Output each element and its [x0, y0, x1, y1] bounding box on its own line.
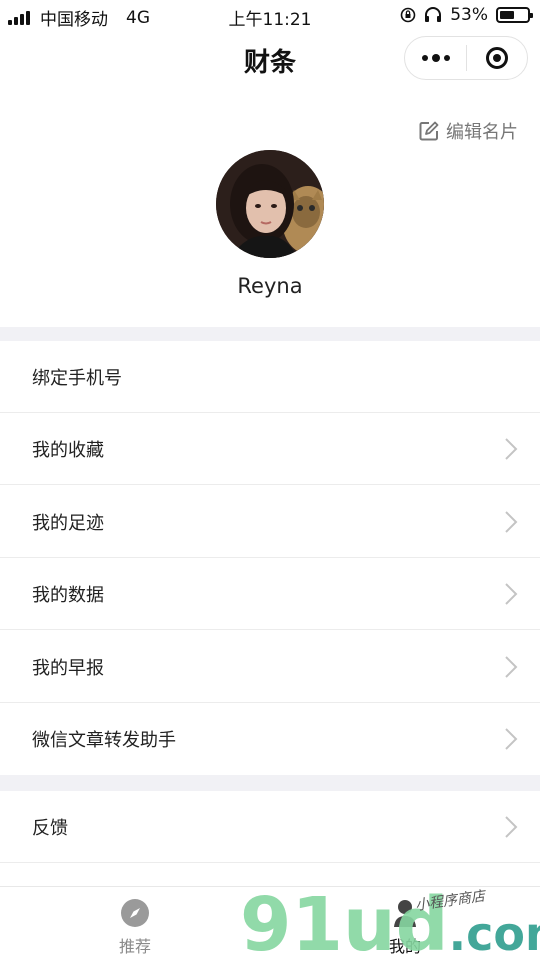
menu-item-label: 我的收藏: [32, 440, 104, 461]
username: Reyna: [237, 274, 303, 298]
edit-icon: [419, 121, 439, 141]
menu-item-label: 我的早报: [32, 658, 104, 679]
tab-label: 推荐: [118, 937, 151, 956]
menu-item-label: 绑定手机号: [32, 368, 122, 389]
orientation-lock-icon: [400, 7, 416, 23]
status-bar: 中国移动 4G 上午11:21 53%: [0, 0, 540, 32]
menu-item-morning-news[interactable]: 我的早报: [0, 631, 540, 703]
edit-card-label: 编辑名片: [446, 122, 518, 143]
battery-icon: [496, 7, 533, 23]
menu-item-bind-phone[interactable]: 绑定手机号: [0, 341, 540, 413]
menu-item-footprints[interactable]: 我的足迹: [0, 486, 540, 558]
menu-item-article-forward[interactable]: 微信文章转发助手: [0, 703, 540, 775]
tab-recommend[interactable]: 推荐: [75, 887, 195, 961]
menu-item-feedback[interactable]: 反馈: [0, 791, 540, 863]
avatar[interactable]: [216, 150, 324, 258]
nav-bar: 财条: [0, 32, 540, 86]
compass-icon: [121, 899, 149, 927]
more-dots-icon[interactable]: [405, 37, 466, 79]
menu-item-my-data[interactable]: 我的数据: [0, 558, 540, 630]
edit-card-button[interactable]: 编辑名片: [418, 118, 518, 144]
menu-item-label: 我的足迹: [32, 513, 104, 534]
avatar-image: [216, 150, 324, 258]
chevron-right-icon: [505, 816, 518, 838]
watermark-logo: 91ud.com 小程序商店: [240, 888, 540, 960]
record-circle-icon[interactable]: [467, 37, 527, 79]
battery-fill: [500, 11, 514, 19]
watermark-text: 91ud.com: [240, 888, 540, 960]
status-right: 53%: [400, 5, 533, 25]
section-divider: [0, 775, 540, 791]
menu-item-label: 我的数据: [32, 585, 104, 606]
headphones-icon: [425, 7, 442, 22]
chevron-right-icon: [505, 583, 518, 605]
chevron-right-icon: [505, 656, 518, 678]
menu-item-label: 微信文章转发助手: [32, 730, 176, 751]
chevron-right-icon: [505, 728, 518, 750]
battery-percent: 53%: [450, 5, 488, 25]
chevron-right-icon: [505, 438, 518, 460]
menu-item-label: 反馈: [32, 818, 68, 839]
section-divider: [0, 327, 540, 341]
menu-item-favorites[interactable]: 我的收藏: [0, 413, 540, 485]
chevron-right-icon: [505, 511, 518, 533]
mini-program-capsule: [404, 36, 528, 80]
